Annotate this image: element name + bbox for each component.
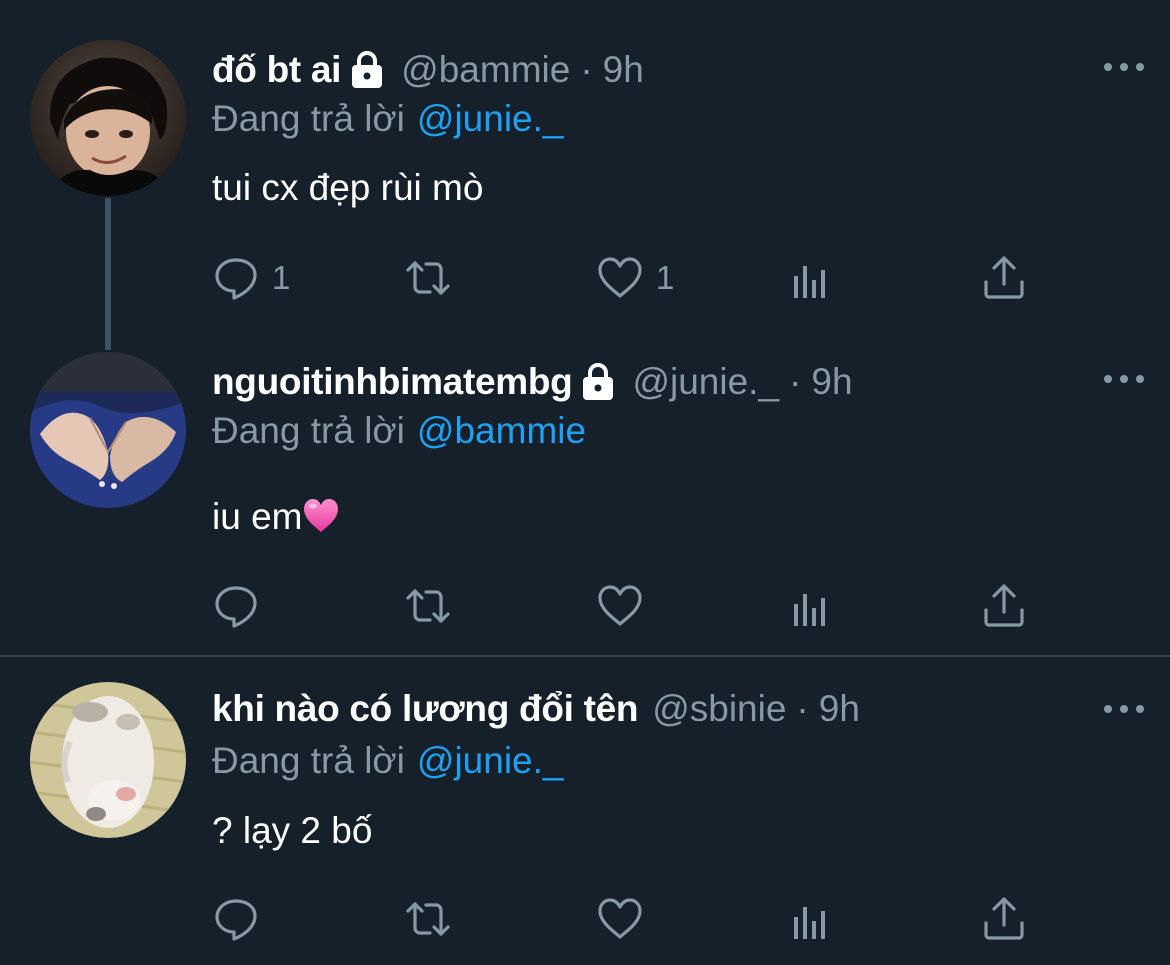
tweet-header: khi nào có lương đổi tên @sbinie · 9h (212, 687, 1170, 731)
more-icon[interactable] (1104, 699, 1144, 719)
handle[interactable]: @junie._ (632, 361, 779, 403)
like-count: 1 (656, 259, 675, 296)
analytics-icon (788, 582, 836, 630)
reply-icon (212, 895, 260, 943)
action-bar (212, 581, 1170, 631)
more-icon[interactable] (1104, 369, 1144, 389)
reply-button[interactable] (212, 581, 272, 631)
timestamp[interactable]: 9h (819, 688, 860, 730)
replying-prefix: Đang trả lời (212, 410, 405, 451)
like-icon (596, 895, 644, 943)
reply-button[interactable]: 1 (212, 253, 290, 303)
display-name[interactable]: đố bt ai (212, 49, 341, 91)
retweet-icon (404, 895, 452, 943)
retweet-button[interactable] (404, 581, 452, 631)
analytics-icon (788, 895, 836, 943)
tweet-text: iu em (212, 494, 340, 540)
share-icon (980, 254, 1028, 302)
avatar[interactable] (30, 40, 186, 196)
avatar[interactable] (30, 682, 186, 838)
thread-line (105, 198, 111, 350)
timestamp[interactable]: 9h (811, 361, 852, 403)
replying-to: Đang trả lời @bammie (212, 409, 586, 453)
analytics-icon (788, 254, 836, 302)
mention-link[interactable]: @bammie (417, 410, 586, 451)
separator: · (796, 688, 809, 729)
reply-count: 1 (272, 259, 291, 296)
replying-prefix: Đang trả lời (212, 98, 405, 139)
lock-icon (347, 48, 387, 92)
tweet-header: nguoitinhbimatembg @junie._ · 9h (212, 360, 1170, 404)
retweet-icon (404, 254, 452, 302)
more-icon[interactable] (1104, 57, 1144, 77)
tweet-text-content: tui cx đẹp rùi mò (212, 167, 484, 208)
replying-to: Đang trả lời @junie._ (212, 97, 564, 141)
display-name[interactable]: khi nào có lương đổi tên (212, 688, 638, 730)
display-name[interactable]: nguoitinhbimatembg (212, 361, 573, 403)
replying-to: Đang trả lời @junie._ (212, 739, 564, 783)
share-button[interactable] (980, 894, 1028, 944)
reply-button[interactable] (212, 894, 272, 944)
timestamp[interactable]: 9h (603, 49, 644, 91)
like-button[interactable] (596, 894, 656, 944)
tweet-header: đố bt ai @bammie · 9h (212, 48, 1170, 92)
like-icon (596, 254, 644, 302)
handle[interactable]: @sbinie (652, 688, 786, 730)
lock-icon (578, 360, 618, 404)
action-bar: 1 1 (212, 253, 1170, 303)
retweet-button[interactable] (404, 253, 452, 303)
separator: · (580, 49, 593, 90)
tweet-text: ? lạy 2 bố (212, 808, 372, 854)
tweet[interactable]: khi nào có lương đổi tên @sbinie · 9h Đa… (0, 657, 1170, 965)
tweet[interactable]: nguoitinhbimatembg @junie._ · 9h Đang tr… (0, 330, 1170, 655)
retweet-icon (404, 582, 452, 630)
pink-heart-emoji (302, 497, 340, 535)
timeline: đố bt ai @bammie · 9h Đang trả lời @junie… (0, 0, 1170, 965)
retweet-button[interactable] (404, 894, 452, 944)
reply-icon (212, 582, 260, 630)
reply-icon (212, 254, 260, 302)
analytics-button[interactable] (788, 581, 836, 631)
mention-link[interactable]: @junie._ (417, 98, 564, 139)
mention-link[interactable]: @junie._ (417, 740, 564, 781)
handle[interactable]: @bammie (401, 49, 570, 91)
share-icon (980, 582, 1028, 630)
action-bar (212, 894, 1170, 944)
tweet[interactable]: đố bt ai @bammie · 9h Đang trả lời @junie… (0, 0, 1170, 350)
like-icon (596, 582, 644, 630)
like-button[interactable]: 1 (596, 253, 674, 303)
analytics-button[interactable] (788, 894, 836, 944)
avatar[interactable] (30, 352, 186, 508)
analytics-button[interactable] (788, 253, 836, 303)
share-button[interactable] (980, 253, 1028, 303)
separator: · (789, 361, 802, 402)
tweet-text-content: iu em (212, 496, 303, 537)
like-button[interactable] (596, 581, 656, 631)
share-icon (980, 895, 1028, 943)
tweet-text: tui cx đẹp rùi mò (212, 165, 483, 211)
share-button[interactable] (980, 581, 1028, 631)
tweet-text-content: ? lạy 2 bố (212, 810, 373, 851)
replying-prefix: Đang trả lời (212, 740, 405, 781)
